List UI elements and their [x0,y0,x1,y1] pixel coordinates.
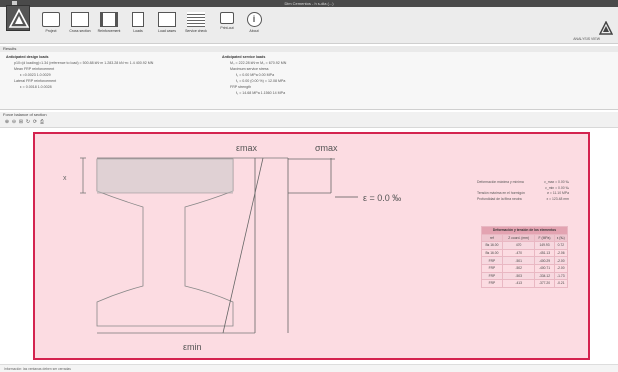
neutral-axis-label: x [63,175,67,182]
results-panel: Results Anticipated design loads p10=(d … [0,46,618,110]
elements-table: Deformación y tensión de los elementos r… [481,226,569,288]
status-bar: Información: las ventanas deben ser cerr… [0,364,618,372]
window-title: Dim Cementos - h s-dia (...) [284,1,334,6]
print-icon [220,12,234,24]
cross-section-button[interactable]: Cross section [67,11,93,41]
project-icon [42,12,60,27]
section-toolbar: Force balance of section ⊕ ⊖ ⊞ ↻ ⟳ ⎙ [0,112,618,128]
load-cases-icon [158,12,176,27]
load-cases-button[interactable]: Load cases [154,11,180,41]
info-icon: i [246,12,262,27]
design-loads-column: Anticipated design loads p10=(d loading)… [6,54,216,90]
table-caption: Deformación y tensión de los elementos [481,226,568,235]
zoom-out-icon[interactable]: ⊖ [11,119,17,125]
result-line: ε = 0.0018 1.0.0028 [20,85,52,89]
column-header: F (MPa) [534,233,555,243]
section-header: Force balance of section [3,112,47,117]
view-label: ANALYSIS VIEW [573,37,600,41]
loads-button[interactable]: Loads [125,11,151,41]
brand-logo-icon [598,20,614,35]
section-summary: Deformación máxima y mínima ε_max = 0.00 … [477,180,569,202]
column-header: Z coord. (mm) [501,233,536,243]
about-button[interactable]: i About [241,11,267,41]
print-icon[interactable]: ⎙ [39,119,45,125]
summary-row: Profundidad de la fibra neutra x = 123.48… [477,196,569,201]
service-loads-column: Anticipated service loads M₀ = 222.28 kN… [222,54,422,96]
section-canvas[interactable]: x εmax σmax ε = 0.0 ‰ εmin Deformación m… [33,132,590,360]
zoom-in-icon[interactable]: ⊕ [4,119,10,125]
table-row[interactable]: Bs 16.00 -470 -451.13 -2.06 [481,248,569,258]
table-header-row: ref Z coord. (mm) F (MPa) ε (‰) [481,233,569,243]
project-button[interactable]: Project [38,11,64,41]
table-row[interactable]: FRP -501 -400.29 -2.00 [481,256,569,265]
rotate-icon[interactable]: ↻ [25,119,31,125]
loads-icon [132,12,144,27]
service-check-button[interactable]: Service check [183,11,209,41]
reinforcement-icon [100,12,118,27]
table-row[interactable]: FRP -413 -377.20 -0.21 [481,279,569,288]
table-row[interactable]: Bs 16.00 470 149.93 0.72 [481,241,569,250]
table-row[interactable]: FRP -503 -334.12 -1.73 [481,271,569,281]
reinforcement-button[interactable]: Reinforcement [96,11,122,41]
fit-icon[interactable]: ⊞ [18,119,24,125]
app-logo[interactable] [6,5,30,31]
sigma-max-label: σmax [315,143,338,153]
print-button[interactable]: Print-out [214,11,240,41]
refresh-icon[interactable]: ⟳ [32,119,38,125]
emin-label: εmin [183,342,202,352]
results-header: Results [0,46,618,52]
app-window: Dim Cementos - h s-dia (...) Project Cro… [0,0,618,372]
column-header: ref [481,233,503,243]
strain-value-label: ε = 0.0 ‰ [363,193,401,203]
emax-label: εmax [236,143,258,153]
cross-section-icon [71,12,89,27]
result-line: f₁ = 14.68 MPa 1.1560 14 MPa [236,91,286,95]
ribbon: Project Cross section Reinforcement Load… [0,7,618,44]
service-check-icon [187,12,205,27]
table-row[interactable]: FRP -502 -400.71 -2.00 [481,263,569,273]
column-header: ε (‰) [553,233,569,243]
title-bar: Dim Cementos - h s-dia (...) [0,0,618,7]
compression-zone [97,159,233,193]
